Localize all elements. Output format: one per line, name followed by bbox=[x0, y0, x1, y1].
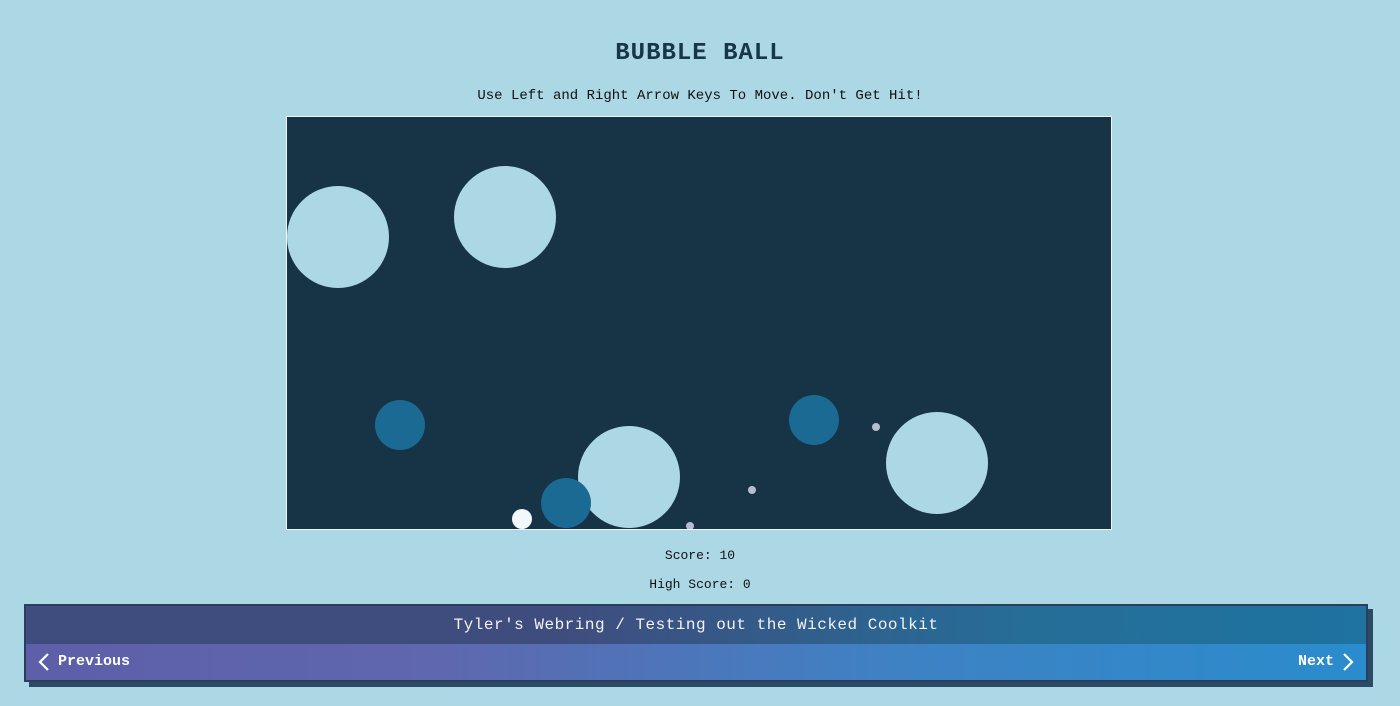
previous-link[interactable]: Previous bbox=[38, 644, 130, 680]
big-bubble bbox=[578, 426, 680, 528]
game-board[interactable] bbox=[286, 116, 1112, 530]
small-bubble bbox=[541, 478, 591, 528]
chevron-right-icon bbox=[1343, 653, 1354, 671]
big-bubble bbox=[454, 166, 556, 268]
chevron-left-icon bbox=[38, 653, 49, 671]
game-canvas[interactable] bbox=[287, 117, 1111, 529]
big-bubble bbox=[287, 186, 389, 288]
next-link[interactable]: Next bbox=[1298, 644, 1354, 680]
page: BUBBLE BALL Use Left and Right Arrow Key… bbox=[0, 0, 1400, 706]
pellet bbox=[748, 486, 756, 494]
game-title: BUBBLE BALL bbox=[615, 40, 785, 67]
big-bubble bbox=[886, 412, 988, 514]
game-instructions: Use Left and Right Arrow Keys To Move. D… bbox=[477, 88, 923, 104]
high-score-display: High Score: 0 bbox=[649, 577, 751, 592]
score-display: Score: 10 bbox=[664, 548, 736, 563]
next-label: Next bbox=[1297, 653, 1334, 670]
previous-label: Previous bbox=[58, 653, 131, 670]
webring-nav: Previous Next bbox=[26, 644, 1366, 680]
player-ball bbox=[512, 509, 532, 529]
small-bubble bbox=[375, 400, 425, 450]
webring-widget: Tyler's Webring / Testing out the Wicked… bbox=[24, 604, 1368, 682]
pellet bbox=[686, 522, 694, 529]
small-bubble bbox=[789, 395, 839, 445]
pellet bbox=[872, 423, 880, 431]
webring-title[interactable]: Tyler's Webring / Testing out the Wicked… bbox=[26, 606, 1366, 644]
